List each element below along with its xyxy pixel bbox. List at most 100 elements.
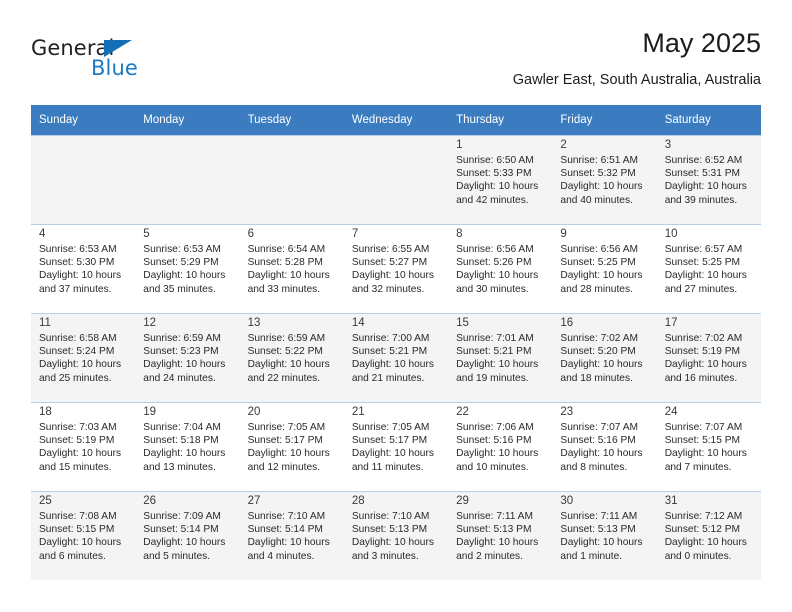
day-cell-content: 21 Sunrise: 7:05 AM Sunset: 5:17 PM Dayli… [343, 402, 449, 491]
day-cell-content: 26 Sunrise: 7:09 AM Sunset: 5:14 PM Dayli… [135, 491, 240, 580]
logo-text-blue: Blue [91, 56, 138, 80]
day-number: 4 [39, 228, 46, 240]
calendar-day-cell[interactable]: 28 Sunrise: 7:10 AM Sunset: 5:13 PM Dayli… [343, 491, 449, 580]
sun-times-details: Sunrise: 7:05 AM Sunset: 5:17 PM Dayligh… [247, 422, 330, 473]
calendar-day-cell[interactable]: 13 Sunrise: 6:59 AM Sunset: 5:22 PM Dayli… [239, 313, 344, 402]
calendar-day-cell[interactable]: 29 Sunrise: 7:11 AM Sunset: 5:13 PM Dayli… [448, 491, 553, 580]
day-number: 3 [664, 139, 672, 151]
day-number: 16 [560, 317, 574, 329]
calendar-day-cell[interactable]: 3 Sunrise: 6:52 AM Sunset: 5:31 PM Daylig… [656, 135, 761, 224]
weekday-header-thursday: Thursday [448, 105, 553, 135]
calendar-day-cell[interactable]: 25 Sunrise: 7:08 AM Sunset: 5:15 PM Dayli… [31, 491, 136, 580]
calendar-day-cell[interactable]: 18 Sunrise: 7:03 AM Sunset: 5:19 PM Dayli… [31, 402, 136, 491]
day-cell-content: 22 Sunrise: 7:06 AM Sunset: 5:16 PM Dayli… [448, 402, 553, 491]
page-subtitle: Gawler East, South Australia, Australia [512, 72, 761, 88]
day-cell-content [135, 135, 240, 224]
day-cell-content [239, 135, 344, 224]
calendar-day-cell[interactable]: 1 Sunrise: 6:50 AM Sunset: 5:33 PM Daylig… [448, 135, 553, 224]
calendar-day-cell[interactable]: 31 Sunrise: 7:12 AM Sunset: 5:12 PM Dayli… [656, 491, 761, 580]
day-number: 5 [143, 228, 150, 240]
sun-times-details: Sunrise: 7:03 AM Sunset: 5:19 PM Dayligh… [39, 422, 122, 473]
sun-times-details: Sunrise: 7:02 AM Sunset: 5:20 PM Dayligh… [560, 333, 643, 384]
sun-times-details: Sunrise: 6:55 AM Sunset: 5:27 PM Dayligh… [351, 244, 434, 295]
sun-times-details: Sunrise: 6:59 AM Sunset: 5:22 PM Dayligh… [247, 333, 330, 384]
sun-times-details: Sunrise: 6:52 AM Sunset: 5:31 PM Dayligh… [664, 155, 747, 206]
weekday-header-sunday: Sunday [31, 105, 136, 135]
sun-times-details: Sunrise: 7:11 AM Sunset: 5:13 PM Dayligh… [456, 511, 539, 562]
calendar-day-cell[interactable]: 5 Sunrise: 6:53 AM Sunset: 5:29 PM Daylig… [135, 224, 240, 313]
sun-times-details: Sunrise: 7:01 AM Sunset: 5:21 PM Dayligh… [456, 333, 539, 384]
calendar-day-cell[interactable]: 20 Sunrise: 7:05 AM Sunset: 5:17 PM Dayli… [239, 402, 344, 491]
sun-times-details: Sunrise: 6:56 AM Sunset: 5:26 PM Dayligh… [456, 244, 539, 295]
calendar-day-cell[interactable] [135, 135, 240, 224]
day-cell-content: 18 Sunrise: 7:03 AM Sunset: 5:19 PM Dayli… [31, 402, 136, 491]
day-cell-content: 20 Sunrise: 7:05 AM Sunset: 5:17 PM Dayli… [239, 402, 344, 491]
calendar-week-row: 4 Sunrise: 6:53 AM Sunset: 5:30 PM Daylig… [31, 224, 761, 313]
calendar-day-cell[interactable]: 12 Sunrise: 6:59 AM Sunset: 5:23 PM Dayli… [135, 313, 240, 402]
day-cell-content: 15 Sunrise: 7:01 AM Sunset: 5:21 PM Dayli… [448, 313, 553, 402]
calendar-day-cell[interactable]: 10 Sunrise: 6:57 AM Sunset: 5:25 PM Dayli… [656, 224, 761, 313]
calendar-week-row: 25 Sunrise: 7:08 AM Sunset: 5:15 PM Dayli… [31, 491, 761, 580]
day-cell-content: 5 Sunrise: 6:53 AM Sunset: 5:29 PM Daylig… [135, 224, 240, 313]
day-number: 29 [456, 495, 469, 507]
day-number: 18 [39, 406, 52, 418]
calendar-day-cell[interactable]: 17 Sunrise: 7:02 AM Sunset: 5:19 PM Dayli… [656, 313, 761, 402]
day-cell-content: 6 Sunrise: 6:54 AM Sunset: 5:28 PM Daylig… [239, 224, 344, 313]
calendar-day-cell[interactable]: 4 Sunrise: 6:53 AM Sunset: 5:30 PM Daylig… [31, 224, 136, 313]
calendar-day-cell[interactable]: 14 Sunrise: 7:00 AM Sunset: 5:21 PM Dayli… [343, 313, 449, 402]
calendar-day-cell[interactable]: 21 Sunrise: 7:05 AM Sunset: 5:17 PM Dayli… [343, 402, 449, 491]
day-number: 8 [456, 228, 463, 240]
calendar-day-cell[interactable]: 6 Sunrise: 6:54 AM Sunset: 5:28 PM Daylig… [239, 224, 344, 313]
day-cell-content: 3 Sunrise: 6:52 AM Sunset: 5:31 PM Daylig… [656, 135, 761, 224]
calendar-day-cell[interactable]: 19 Sunrise: 7:04 AM Sunset: 5:18 PM Dayli… [135, 402, 240, 491]
calendar-day-cell[interactable]: 8 Sunrise: 6:56 AM Sunset: 5:26 PM Daylig… [448, 224, 553, 313]
calendar-day-cell[interactable]: 24 Sunrise: 7:07 AM Sunset: 5:15 PM Dayli… [656, 402, 761, 491]
day-number: 21 [351, 406, 365, 418]
calendar-day-cell[interactable]: 27 Sunrise: 7:10 AM Sunset: 5:14 PM Dayli… [239, 491, 344, 580]
day-number: 30 [560, 495, 574, 507]
triangle-icon [104, 40, 132, 57]
day-number: 2 [560, 139, 567, 151]
day-cell-content: 8 Sunrise: 6:56 AM Sunset: 5:26 PM Daylig… [448, 224, 553, 313]
calendar-day-cell[interactable]: 26 Sunrise: 7:09 AM Sunset: 5:14 PM Dayli… [135, 491, 240, 580]
calendar-day-cell[interactable]: 16 Sunrise: 7:02 AM Sunset: 5:20 PM Dayli… [552, 313, 657, 402]
day-cell-content: 10 Sunrise: 6:57 AM Sunset: 5:25 PM Dayli… [656, 224, 761, 313]
calendar-body: 1 Sunrise: 6:50 AM Sunset: 5:33 PM Daylig… [31, 135, 761, 580]
calendar-day-cell[interactable]: 30 Sunrise: 7:11 AM Sunset: 5:13 PM Dayli… [552, 491, 657, 580]
calendar-day-cell[interactable]: 9 Sunrise: 6:56 AM Sunset: 5:25 PM Daylig… [552, 224, 657, 313]
day-cell-content: 19 Sunrise: 7:04 AM Sunset: 5:18 PM Dayli… [135, 402, 240, 491]
calendar-day-cell[interactable]: 15 Sunrise: 7:01 AM Sunset: 5:21 PM Dayli… [448, 313, 553, 402]
calendar-day-cell[interactable]: 2 Sunrise: 6:51 AM Sunset: 5:32 PM Daylig… [552, 135, 657, 224]
day-number: 27 [247, 495, 261, 507]
sun-times-details: Sunrise: 6:56 AM Sunset: 5:25 PM Dayligh… [560, 244, 643, 295]
day-number: 6 [247, 228, 254, 240]
day-number: 22 [456, 406, 469, 418]
day-cell-content: 7 Sunrise: 6:55 AM Sunset: 5:27 PM Daylig… [343, 224, 449, 313]
day-cell-content [31, 135, 136, 224]
day-cell-content: 29 Sunrise: 7:11 AM Sunset: 5:13 PM Dayli… [448, 491, 553, 580]
calendar-week-row: 18 Sunrise: 7:03 AM Sunset: 5:19 PM Dayli… [31, 402, 761, 491]
calendar-day-cell[interactable]: 22 Sunrise: 7:06 AM Sunset: 5:16 PM Dayli… [448, 402, 553, 491]
page-header: General Blue May 2025 Gawler East, South… [31, 28, 761, 100]
day-cell-content: 11 Sunrise: 6:58 AM Sunset: 5:24 PM Dayli… [31, 313, 136, 402]
day-number: 11 [39, 317, 51, 329]
day-number: 7 [351, 228, 359, 240]
day-cell-content: 9 Sunrise: 6:56 AM Sunset: 5:25 PM Daylig… [552, 224, 657, 313]
day-number: 10 [664, 228, 678, 240]
calendar-day-cell[interactable] [31, 135, 136, 224]
calendar-day-cell[interactable]: 11 Sunrise: 6:58 AM Sunset: 5:24 PM Dayli… [31, 313, 136, 402]
weekday-header-tuesday: Tuesday [239, 105, 344, 135]
calendar-day-cell[interactable] [239, 135, 344, 224]
sun-times-details: Sunrise: 6:50 AM Sunset: 5:33 PM Dayligh… [456, 155, 539, 206]
calendar-day-cell[interactable] [343, 135, 449, 224]
general-blue-logo[interactable]: General Blue [31, 36, 251, 92]
sun-times-details: Sunrise: 6:57 AM Sunset: 5:25 PM Dayligh… [664, 244, 747, 295]
day-cell-content: 31 Sunrise: 7:12 AM Sunset: 5:12 PM Dayli… [656, 491, 761, 580]
calendar-day-cell[interactable]: 7 Sunrise: 6:55 AM Sunset: 5:27 PM Daylig… [343, 224, 449, 313]
calendar-day-cell[interactable]: 23 Sunrise: 7:07 AM Sunset: 5:16 PM Dayli… [552, 402, 657, 491]
day-number: 28 [351, 495, 365, 507]
day-cell-content: 25 Sunrise: 7:08 AM Sunset: 5:15 PM Dayli… [31, 491, 136, 580]
day-cell-content: 28 Sunrise: 7:10 AM Sunset: 5:13 PM Dayli… [343, 491, 449, 580]
day-cell-content: 12 Sunrise: 6:59 AM Sunset: 5:23 PM Dayli… [135, 313, 240, 402]
weekday-header-saturday: Saturday [656, 105, 761, 135]
